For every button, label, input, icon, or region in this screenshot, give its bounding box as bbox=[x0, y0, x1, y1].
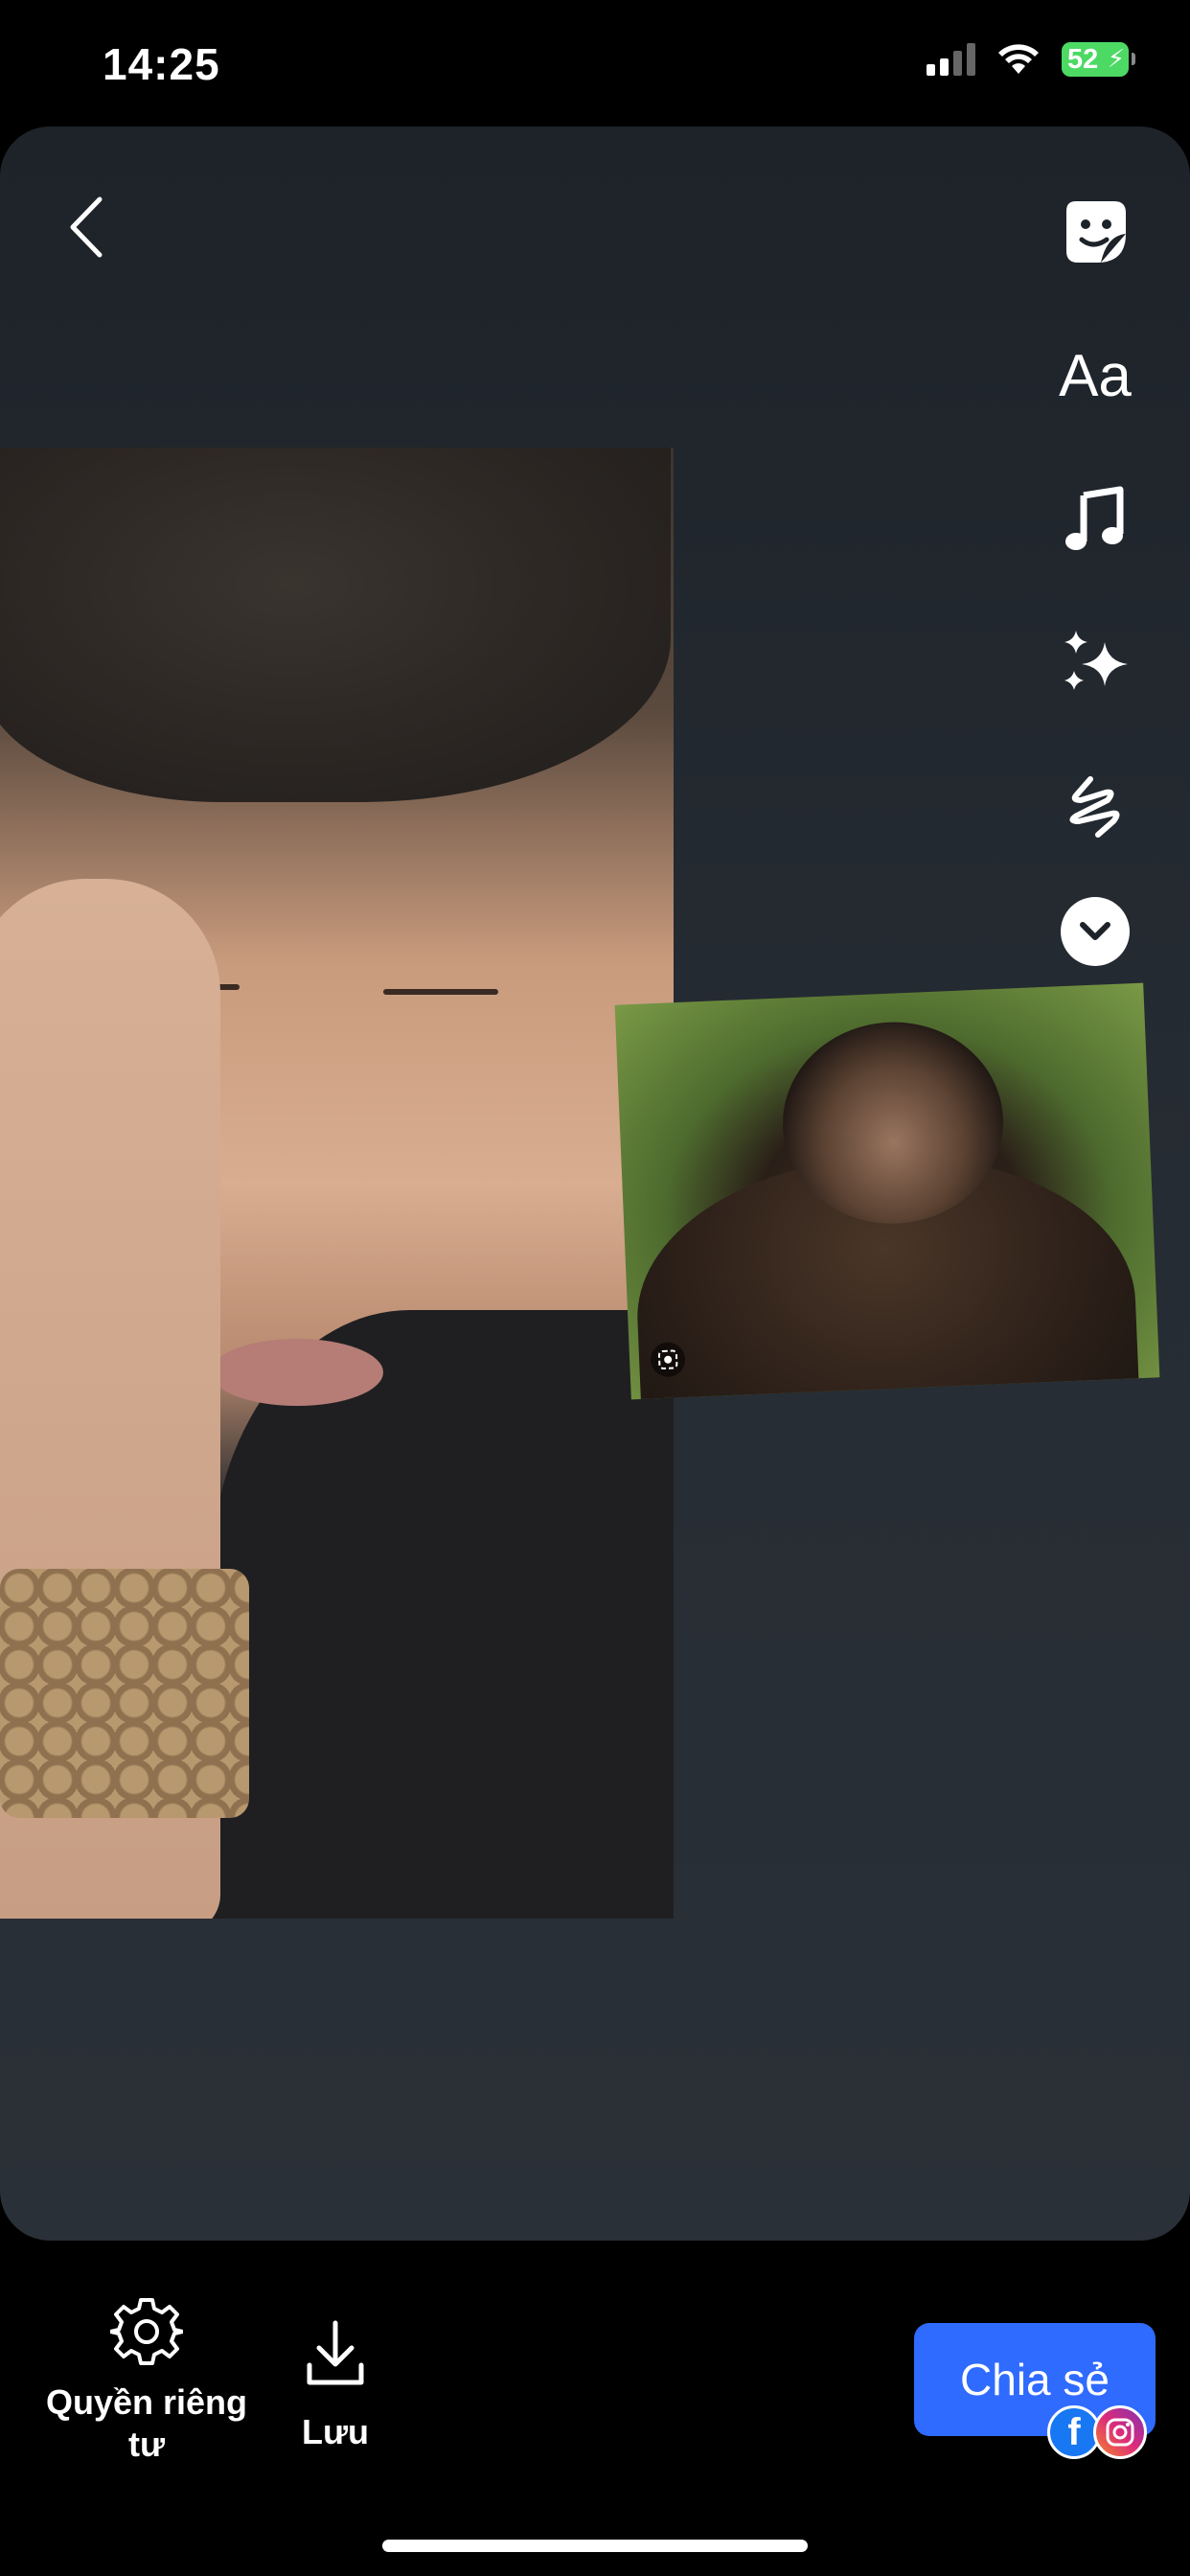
chevron-left-icon bbox=[70, 196, 103, 258]
download-icon bbox=[307, 2320, 364, 2385]
home-indicator[interactable] bbox=[382, 2540, 808, 2552]
save-button[interactable]: Lưu bbox=[278, 2319, 393, 2453]
editing-tools: Aa bbox=[1042, 184, 1148, 966]
share-label: Chia sẻ bbox=[960, 2355, 1110, 2404]
share-destinations: f bbox=[1047, 2405, 1147, 2459]
status-time: 14:25 bbox=[103, 39, 220, 89]
status-icons: 52 ⚡ bbox=[927, 42, 1135, 77]
text-tool-button[interactable]: Aa bbox=[1047, 328, 1143, 424]
privacy-button[interactable]: Quyền riêng tư bbox=[27, 2295, 266, 2466]
effects-button[interactable] bbox=[1047, 615, 1143, 711]
back-button[interactable] bbox=[57, 184, 115, 270]
chevron-down-icon bbox=[1080, 922, 1110, 940]
charging-bolt-icon: ⚡ bbox=[1107, 44, 1125, 73]
gear-icon bbox=[110, 2298, 183, 2365]
story-editor-canvas[interactable]: Aa bbox=[0, 126, 1190, 2241]
battery-level: 52 bbox=[1067, 43, 1099, 75]
music-note-icon bbox=[1065, 486, 1124, 550]
sticker-button[interactable] bbox=[1047, 184, 1143, 280]
music-button[interactable] bbox=[1047, 472, 1143, 567]
sticker-photo[interactable] bbox=[614, 982, 1160, 1400]
wifi-icon bbox=[998, 44, 1039, 74]
draw-button[interactable] bbox=[1047, 759, 1143, 855]
cellular-signal-icon bbox=[927, 43, 975, 76]
privacy-label: Quyền riêng tư bbox=[45, 2382, 248, 2464]
instagram-icon bbox=[1093, 2405, 1147, 2459]
sticker-icon bbox=[1066, 201, 1126, 263]
sparkles-icon bbox=[1064, 631, 1128, 690]
main-photo[interactable] bbox=[0, 448, 674, 1919]
battery-indicator: 52 ⚡ bbox=[1062, 42, 1135, 77]
save-label: Lưu bbox=[301, 2412, 370, 2451]
scribble-icon bbox=[1069, 776, 1120, 838]
more-tools-button[interactable] bbox=[1061, 897, 1130, 966]
text-tool-label: Aa bbox=[1059, 342, 1132, 409]
